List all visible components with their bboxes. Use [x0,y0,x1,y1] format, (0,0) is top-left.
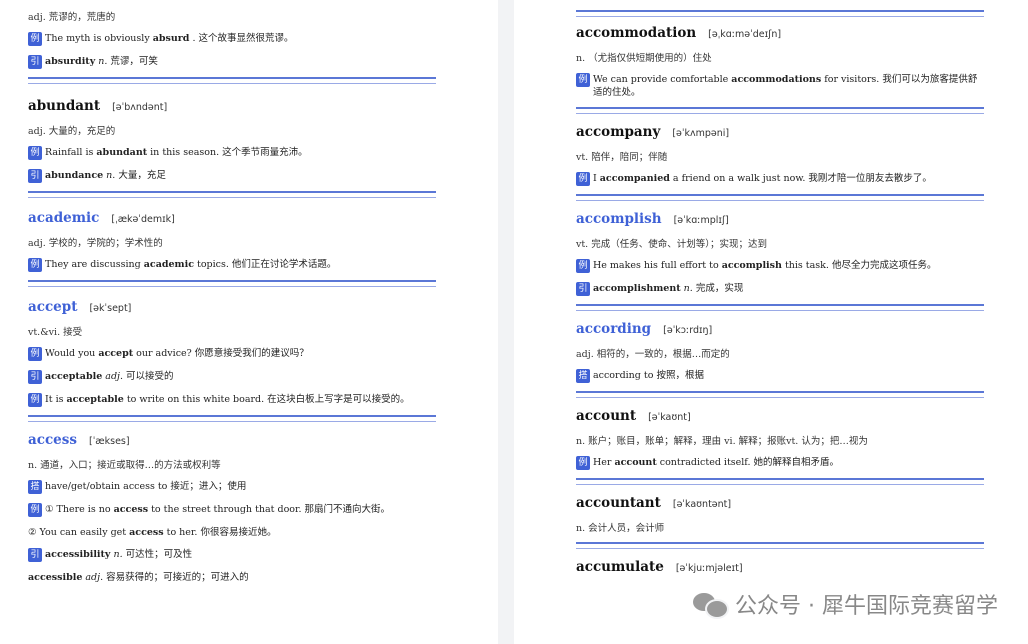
divider [576,194,984,201]
definition: adj. 荒谬的，荒唐的 [28,12,116,23]
divider [28,77,436,84]
example-row: 例 The myth is obviously absurd . 这个故事显然很… [28,32,436,46]
entry-academic: academic [ˌækəˈdemɪk] adj. 学校的，学院的；学术性的 例… [28,198,436,272]
phonetic: [ˈækses] [88,436,130,447]
entry-according: according [əˈkɔːrdɪŋ] adj. 相符的，一致的，根据…而定的… [576,311,984,383]
watermark: 公众号 · 犀牛国际竞赛留学 [693,588,998,620]
definition: n. 账户；账目，账单；解释，理由 vi. 解释；报账vt. 认为；把…视为 [576,436,868,447]
headword: account [576,408,637,424]
left-page: adj. 荒谬的，荒唐的 例 The myth is obviously abs… [0,0,498,644]
entry-absurd-tail: adj. 荒谬的，荒唐的 例 The myth is obviously abs… [28,0,436,69]
entry-access: access [ˈækses] n. 通道，入口；接近或取得…的方法或权利等 搭 … [28,422,436,584]
entry-accumulate: accumulate [əˈkjuːmjəleɪt] [576,549,984,575]
example-row: 例 Rainfall is abundant in this season. 这… [28,146,436,160]
divider [576,391,984,398]
divider [576,478,984,485]
derivative-row: 引 abundance n. 大量，充足 [28,169,436,183]
entry-accomplish: accomplish [əˈkɑːmplɪʃ] vt. 完成（任务、使命、计划等）… [576,201,984,296]
derivative-row: 引 absurdity n. 荒谬，可笑 [28,55,436,69]
divider [576,107,984,114]
derivative-row: 引 acceptable adj. 可以接受的 [28,370,436,384]
headword[interactable]: accept [28,299,77,315]
derivative-row: 引 accessibility n. 可达性；可及性 [28,548,436,562]
headword: accommodation [576,25,697,41]
headword: accumulate [576,559,664,575]
example-row: 例 We can provide comfortable accommodati… [576,73,984,99]
example-row: 例 I accompanied a friend on a walk just … [576,172,984,186]
divider [28,415,436,422]
definition: vt. 陪伴，陪同；伴随 [576,152,668,163]
phonetic: [əˈkjuːmjəleɪt] [675,563,743,574]
example-row: 例 Her account contradicted itself. 她的解释自… [576,456,984,470]
phonetic: [əˈkɔːrdɪŋ] [663,325,713,336]
definition: adj. 学校的，学院的；学术性的 [28,238,163,249]
definition: adj. 大量的，充足的 [28,126,116,137]
definition: n. 会计人员，会计师 [576,523,665,534]
phonetic: [əˈkaʊntənt] [672,499,732,510]
collocation-row: 搭 according to 按照，根据 [576,369,984,383]
definition: vt.&vi. 接受 [28,327,83,338]
derivative-tag: 引 [28,55,42,69]
example-row: 例 They are discussing academic topics. 他… [28,258,436,272]
entry-account: account [əˈkaʊnt] n. 账户；账目，账单；解释，理由 vi. 解… [576,398,984,470]
example-row: 例 He makes his full effort to accomplish… [576,259,984,273]
headword[interactable]: academic [28,210,99,226]
right-page: accommodation [əˌkɑːməˈdeɪʃn] n. （尤指仅供短期使… [514,0,1028,644]
phonetic: [əkˈsept] [89,303,132,314]
example-row: ② You can easily get access to her. 你很容易… [28,527,277,538]
definition: n. 通道，入口；接近或取得…的方法或权利等 [28,460,221,471]
example-row: 例 ① There is no access to the street thr… [28,503,436,517]
headword: accompany [576,124,661,140]
entry-accompany: accompany [əˈkʌmpəni] vt. 陪伴，陪同；伴随 例 I ac… [576,114,984,186]
divider [28,191,436,198]
collocation-row: 搭 have/get/obtain access to 接近；进入；使用 [28,480,436,494]
phonetic: [əˈbʌndənt] [112,102,168,113]
phonetic: [əˈkaʊnt] [648,412,691,423]
phonetic: [əˈkɑːmplɪʃ] [673,215,729,226]
headword[interactable]: according [576,321,651,337]
divider [28,280,436,287]
entry-accept: accept [əkˈsept] vt.&vi. 接受 例 Would you a… [28,287,436,407]
divider [576,304,984,311]
phonetic: [ˌækəˈdemɪk] [111,214,175,225]
definition: vt. 完成（任务、使命、计划等）；实现；达到 [576,239,767,250]
derivative-row: accessible adj. 容易获得的；可接近的；可进入的 [28,572,249,583]
example-row: 例 Would you accept our advice? 你愿意接受我们的建… [28,347,436,361]
headword: accountant [576,495,661,511]
phonetic: [əˈkʌmpəni] [672,128,730,139]
entry-accountant: accountant [əˈkaʊntənt] n. 会计人员，会计师 [576,485,984,534]
example-row: 例 It is acceptable to write on this whit… [28,393,436,407]
entry-abundant: abundant [əˈbʌndənt] adj. 大量的，充足的 例 Rainf… [28,84,436,183]
entry-accommodation: accommodation [əˌkɑːməˈdeɪʃn] n. （尤指仅供短期使… [576,17,984,99]
headword[interactable]: access [28,432,77,448]
divider [576,542,984,549]
wechat-icon [693,591,730,619]
watermark-text: 公众号 · 犀牛国际竞赛留学 [735,594,998,619]
example-tag: 例 [28,32,42,46]
phonetic: [əˌkɑːməˈdeɪʃn] [708,29,782,40]
definition: n. （尤指仅供短期使用的）住处 [576,53,712,64]
definition: adj. 相符的，一致的，根据…而定的 [576,349,730,360]
divider [576,10,984,17]
headword: abundant [28,98,101,114]
derivative-row: 引 accomplishment n. 完成，实现 [576,282,984,296]
headword[interactable]: accomplish [576,211,662,227]
